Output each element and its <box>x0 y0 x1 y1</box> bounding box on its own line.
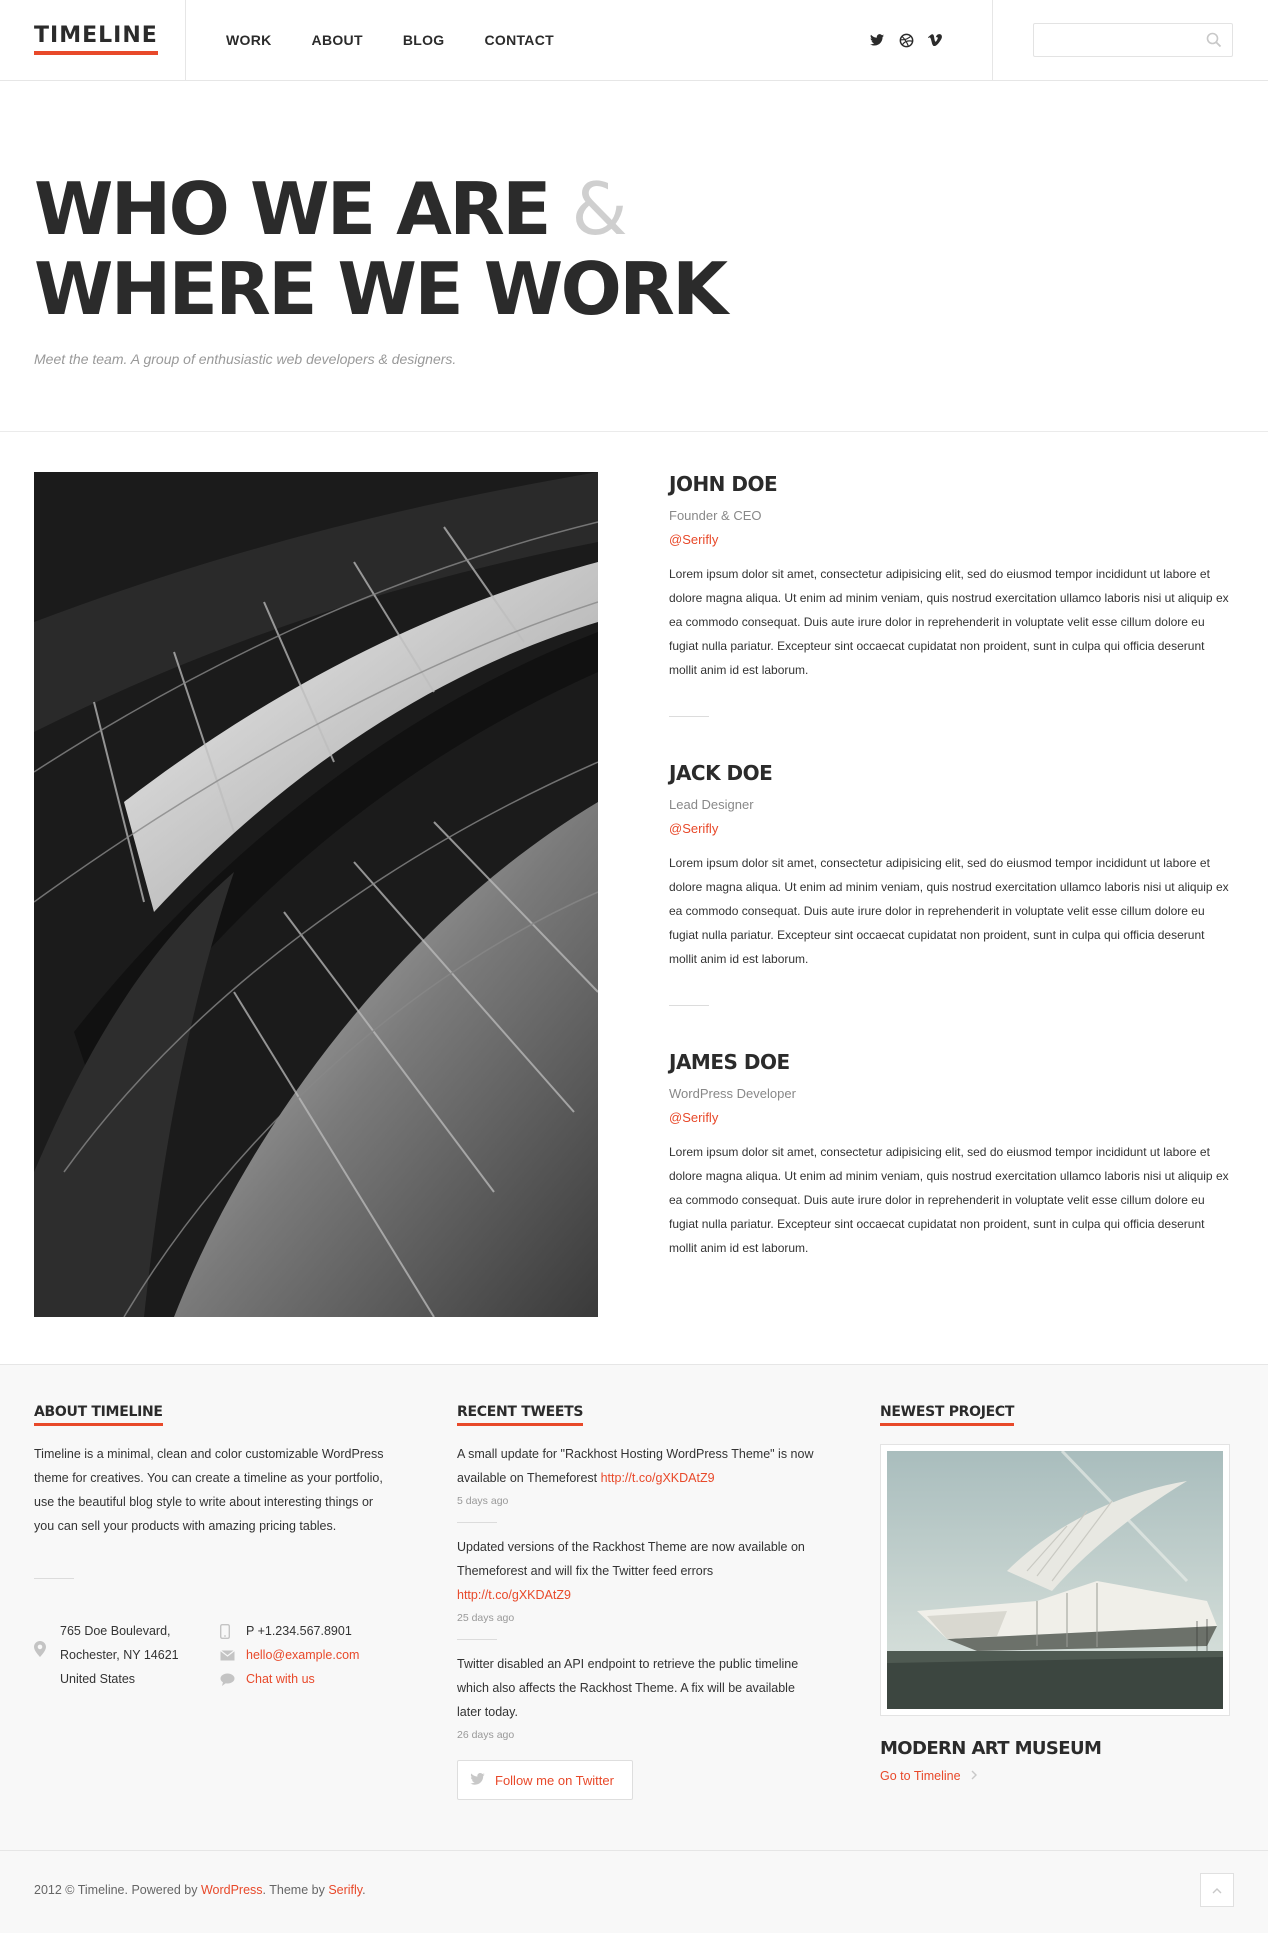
project-thumbnail[interactable] <box>880 1444 1230 1716</box>
chevron-right-icon <box>971 1769 977 1783</box>
member-bio: Lorem ipsum dolor sit amet, consectetur … <box>669 1145 1229 1255</box>
member-twitter-link[interactable]: @Serifly <box>669 821 1234 837</box>
email-link[interactable]: hello@example.com <box>246 1643 359 1667</box>
go-to-timeline-link[interactable]: Go to Timeline <box>880 1769 977 1783</box>
divider <box>34 1578 74 1579</box>
nav-item-about[interactable]: ABOUT <box>312 32 363 48</box>
project-widget-title: NEWEST PROJECT <box>880 1404 1014 1426</box>
hero-section: WHO WE ARE & WHERE WE WORK Meet the team… <box>0 81 1268 432</box>
twitter-icon[interactable] <box>868 31 886 49</box>
member-bio: Lorem ipsum dolor sit amet, consectetur … <box>669 856 1229 966</box>
member-bio: Lorem ipsum dolor sit amet, consectetur … <box>669 567 1229 677</box>
address-lines: 765 Doe Boulevard, Rochester, NY 14621 U… <box>60 1619 179 1691</box>
tweet-time: 25 days ago <box>457 1612 515 1624</box>
member-name: JAMES DOE <box>669 1050 790 1074</box>
member-twitter-link[interactable]: @Serifly <box>669 1110 1234 1126</box>
site-logo[interactable]: TIMELINE <box>34 25 158 55</box>
copyright: 2012 © Timeline. Powered by WordPress. T… <box>34 1883 366 1897</box>
tweet-time: 26 days ago <box>457 1729 515 1741</box>
follow-twitter-button[interactable]: Follow me on Twitter <box>457 1760 633 1800</box>
title-ampersand: & <box>571 167 628 251</box>
nav-item-contact[interactable]: CONTACT <box>484 32 554 48</box>
title-line-2: WHERE WE WORK <box>34 247 728 331</box>
map-pin-icon <box>34 1619 60 1691</box>
address-line: Rochester, NY 14621 <box>60 1648 179 1662</box>
tweet-link[interactable]: http://t.co/gXKDAtZ9 <box>457 1588 571 1602</box>
member-name: JACK DOE <box>669 761 773 785</box>
about-widget: ABOUT TIMELINE Timeline is a minimal, cl… <box>34 1403 384 1691</box>
tweet-time: 5 days ago <box>457 1495 509 1507</box>
search-area <box>992 0 1268 80</box>
main-nav: WORK ABOUT BLOG CONTACT <box>226 32 594 48</box>
building-photo <box>34 472 598 1317</box>
contact-methods: P +1.234.567.8901 hello@example.com Chat… <box>220 1619 359 1691</box>
search-icon[interactable] <box>1206 32 1222 53</box>
tweets-widget: RECENT TWEETS A small update for "Rackho… <box>457 1403 817 1800</box>
vimeo-icon[interactable] <box>926 31 944 49</box>
member-twitter-link[interactable]: @Serifly <box>669 532 1234 548</box>
project-name: MODERN ART MUSEUM <box>880 1738 1102 1759</box>
tweet-text: Updated versions of the Rackhost Theme a… <box>457 1540 805 1578</box>
phone-icon <box>220 1623 246 1639</box>
search-box <box>1033 23 1233 57</box>
address-line: 765 Doe Boulevard, <box>60 1624 171 1638</box>
about-widget-title: ABOUT TIMELINE <box>34 1404 163 1426</box>
team-section: JOHN DOE Founder & CEO @Serifly Lorem ip… <box>0 432 1268 1364</box>
chat-bubble-icon <box>220 1673 246 1686</box>
member-name: JOHN DOE <box>669 472 778 496</box>
footer-widgets: ABOUT TIMELINE Timeline is a minimal, cl… <box>0 1364 1268 1850</box>
team-member-card: JACK DOE Lead Designer @Serifly Lorem ip… <box>669 761 1234 971</box>
museum-photo <box>887 1451 1223 1709</box>
logo-container: TIMELINE <box>0 0 186 80</box>
team-member-card: JOHN DOE Founder & CEO @Serifly Lorem ip… <box>669 472 1234 682</box>
bottom-bar: 2012 © Timeline. Powered by WordPress. T… <box>0 1850 1268 1933</box>
back-to-top-button[interactable] <box>1200 1873 1234 1907</box>
title-line-1: WHO WE ARE <box>34 167 551 251</box>
member-role: Founder & CEO <box>669 508 762 523</box>
twitter-icon <box>470 1772 485 1788</box>
tweet-item: Twitter disabled an API endpoint to retr… <box>457 1652 817 1744</box>
tweet-text: Twitter disabled an API endpoint to retr… <box>457 1657 799 1719</box>
team-members: JOHN DOE Founder & CEO @Serifly Lorem ip… <box>669 472 1234 1260</box>
copyright-end: . <box>362 1883 366 1897</box>
contact-info: 765 Doe Boulevard, Rochester, NY 14621 U… <box>34 1619 384 1691</box>
divider <box>457 1639 497 1640</box>
tweet-item: A small update for "Rackhost Hosting Wor… <box>457 1442 817 1510</box>
follow-button-label: Follow me on Twitter <box>495 1772 614 1788</box>
search-input[interactable] <box>1034 24 1194 56</box>
dribbble-icon[interactable] <box>897 31 915 49</box>
member-role: WordPress Developer <box>669 1086 796 1101</box>
address-line: United States <box>60 1672 136 1686</box>
tweet-link[interactable]: http://t.co/gXKDAtZ9 <box>601 1471 715 1485</box>
page-subtitle: Meet the team. A group of enthusiastic w… <box>34 351 457 367</box>
phone-number: P +1.234.567.8901 <box>246 1624 352 1638</box>
nav-item-work[interactable]: WORK <box>226 32 272 48</box>
social-links <box>868 0 944 80</box>
tweet-item: Updated versions of the Rackhost Theme a… <box>457 1535 817 1627</box>
mail-icon <box>220 1649 246 1661</box>
divider <box>669 1005 709 1006</box>
project-widget: NEWEST PROJECT MODERN ART MUSEUM Go to T… <box>880 1403 1234 1785</box>
page-title: WHO WE ARE & WHERE WE WORK <box>34 169 1268 329</box>
serifly-link[interactable]: Serifly <box>328 1883 362 1897</box>
theme-by-text: . Theme by <box>262 1883 329 1897</box>
chevron-up-icon <box>1212 1881 1222 1899</box>
site-header: TIMELINE WORK ABOUT BLOG CONTACT <box>0 0 1268 81</box>
divider <box>457 1522 497 1523</box>
about-text: Timeline is a minimal, clean and color c… <box>34 1447 384 1533</box>
copyright-text: 2012 © Timeline. Powered by <box>34 1883 201 1897</box>
chat-link[interactable]: Chat with us <box>246 1667 315 1691</box>
team-member-card: JAMES DOE WordPress Developer @Serifly L… <box>669 1050 1234 1260</box>
tweets-widget-title: RECENT TWEETS <box>457 1404 583 1426</box>
divider <box>669 716 709 717</box>
wordpress-link[interactable]: WordPress <box>201 1883 263 1897</box>
address-block: 765 Doe Boulevard, Rochester, NY 14621 U… <box>34 1619 220 1691</box>
nav-item-blog[interactable]: BLOG <box>403 32 445 48</box>
project-link-label: Go to Timeline <box>880 1769 961 1783</box>
member-role: Lead Designer <box>669 797 754 812</box>
